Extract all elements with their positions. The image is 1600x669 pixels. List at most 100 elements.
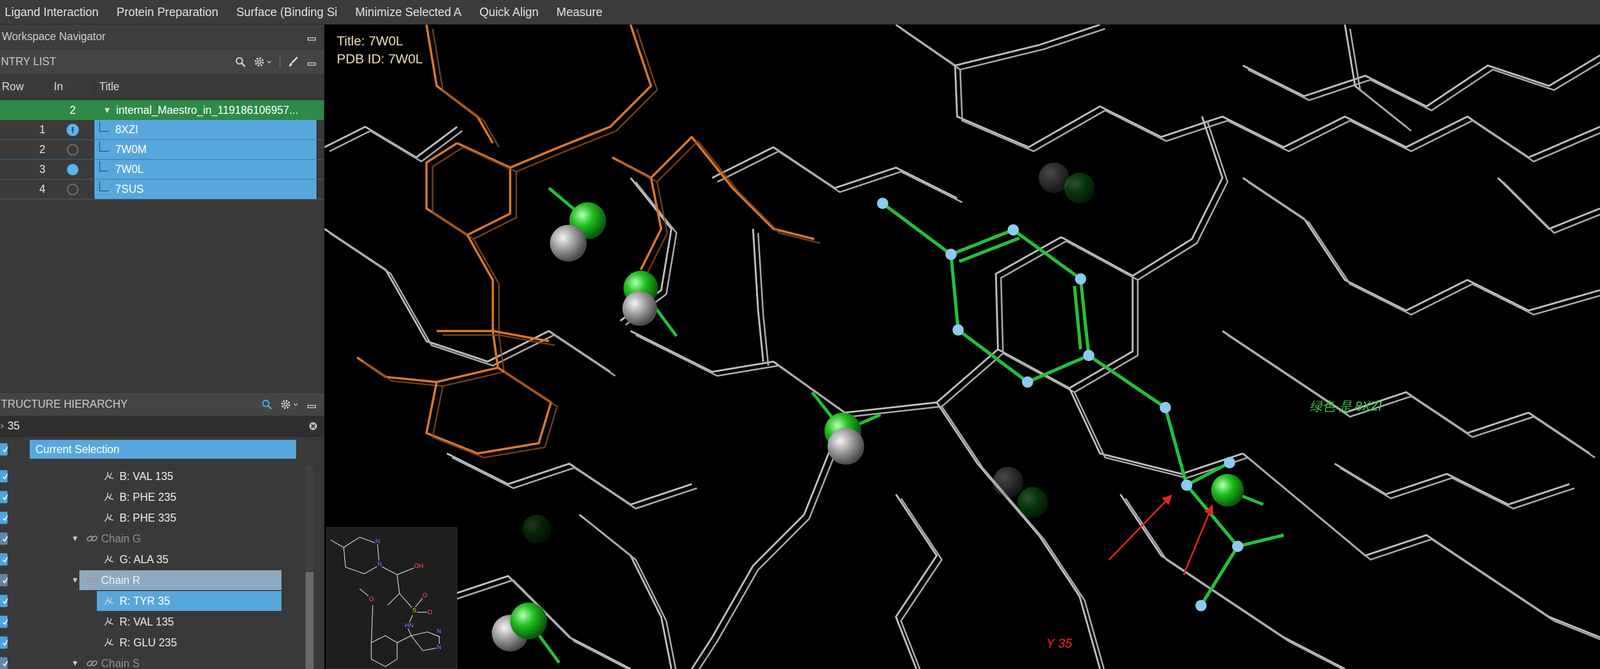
entry-title: 7W0L — [115, 161, 144, 178]
column-header-cell[interactable]: Row — [0, 74, 52, 99]
caret-icon[interactable] — [291, 400, 300, 409]
visibility-checkbox[interactable] — [0, 469, 8, 483]
column-header-cell[interactable]: In — [51, 74, 95, 99]
scrollbar-thumb[interactable] — [305, 571, 314, 669]
molecule-render[interactable] — [324, 24, 1600, 669]
atom-label: N — [436, 627, 442, 634]
visibility-checkbox[interactable] — [0, 573, 8, 587]
menu-item[interactable]: Protein Preparation — [116, 3, 219, 22]
search-value-wrap: 35 — [0, 417, 20, 435]
residue-item[interactable]: R: TYR 35 — [96, 590, 282, 611]
chain-item[interactable]: Chain G — [79, 528, 282, 549]
search-icon[interactable] — [260, 398, 273, 411]
workspace-excluded-icon[interactable] — [67, 144, 79, 156]
scrollbar[interactable] — [305, 465, 314, 669]
entry-row[interactable]: 47SUS — [0, 179, 324, 200]
residue-row[interactable]: R: GLU 235 — [0, 631, 306, 653]
gear-icon[interactable] — [253, 55, 266, 69]
minimize-icon[interactable] — [306, 56, 318, 68]
search-value[interactable]: 35 — [7, 417, 20, 435]
chain-item[interactable]: Chain S — [79, 653, 282, 669]
visibility-checkbox[interactable] — [0, 532, 8, 545]
current-selection-row[interactable]: Current Selection — [0, 438, 324, 460]
visibility-checkbox[interactable] — [0, 490, 8, 503]
visibility-checkbox[interactable] — [0, 594, 8, 607]
visibility-checkbox[interactable] — [0, 656, 8, 669]
residue-row[interactable]: R: TYR 35 — [0, 590, 306, 612]
tree-connector — [99, 180, 109, 192]
chain-expander[interactable]: ▼ — [71, 574, 80, 586]
scrollbar-track-top — [305, 465, 314, 572]
menu-item[interactable]: Surface (Binding Si — [236, 3, 338, 22]
entry-title: 8XZI — [115, 121, 139, 138]
residue-item[interactable]: B: PHE 335 — [96, 507, 282, 528]
2d-structure-inset: NNOHOSOOHNNN — [326, 527, 458, 669]
visibility-checkbox[interactable] — [0, 636, 8, 649]
entry-list-empty-area — [0, 199, 324, 392]
residue-item[interactable]: B: PHE 235 — [96, 486, 282, 507]
column-label: Row — [1, 78, 24, 95]
minimize-icon[interactable] — [306, 31, 318, 43]
tree-connector — [99, 121, 109, 132]
column-label: In — [53, 78, 63, 95]
gear-icon[interactable] — [279, 398, 292, 411]
menu-item[interactable]: Ligand Interaction — [4, 3, 99, 22]
group-row[interactable]: 2▼internal_Maestro_in_119186106957... — [0, 100, 324, 120]
visibility-checkbox[interactable] — [0, 511, 8, 524]
menu-item[interactable]: Minimize Selected A — [355, 3, 462, 22]
entry-title-cell: 7SUS — [94, 179, 317, 199]
clear-icon[interactable] — [307, 420, 319, 432]
menu-item[interactable]: Quick Align — [479, 3, 539, 22]
entry-row[interactable]: 27W0M — [0, 139, 324, 160]
brush-icon[interactable] — [287, 55, 300, 69]
workspace-included-icon[interactable] — [67, 163, 79, 176]
residue-item[interactable]: G: ALA 35 — [96, 549, 282, 570]
workspace-fixed-icon[interactable] — [66, 123, 79, 137]
residue-row[interactable]: R: VAL 135 — [0, 611, 306, 632]
navigator-header: Workspace Navigator — [0, 24, 324, 50]
residue-row[interactable]: B: PHE 335 — [0, 507, 306, 528]
visibility-checkbox[interactable] — [0, 442, 8, 456]
hierarchy-search-field[interactable]: 35 — [0, 415, 324, 437]
atom-label: N — [376, 560, 383, 567]
entry-list-title: NTRY LIST — [0, 53, 57, 70]
3d-viewer[interactable]: Title: 7W0LPDB ID: 7W0L绿色 是 8XZIY 35NNOH… — [324, 24, 1600, 669]
residue-label: B: VAL 135 — [119, 468, 174, 485]
residue-item[interactable]: R: VAL 135 — [96, 611, 282, 632]
chain-expander[interactable]: ▼ — [71, 532, 80, 545]
entry-row[interactable]: 37W0L — [0, 159, 324, 180]
workspace-excluded-icon[interactable] — [67, 183, 79, 196]
caret-icon[interactable] — [265, 58, 273, 66]
minimize-icon[interactable] — [306, 398, 318, 410]
menu-item[interactable]: Measure — [556, 3, 603, 22]
column-header: Row In Title — [0, 74, 324, 100]
column-header-cell[interactable]: Title — [94, 74, 324, 99]
group-row-cell — [0, 100, 52, 120]
tree-connector — [99, 141, 109, 152]
group-expander[interactable]: ▼ — [102, 103, 112, 117]
residue-item[interactable]: R: GLU 235 — [96, 632, 282, 653]
settings-menu[interactable] — [253, 55, 273, 69]
chain-item[interactable]: Chain R — [79, 570, 282, 590]
chain-row[interactable]: ▼Chain G — [0, 527, 306, 549]
chain-expander[interactable]: ▼ — [71, 657, 80, 669]
visibility-checkbox[interactable] — [0, 615, 8, 628]
residue-row[interactable]: B: PHE 235 — [0, 486, 306, 508]
visibility-checkbox[interactable] — [0, 553, 8, 566]
entry-row-number: 2 — [39, 141, 46, 158]
atom-label: O — [368, 595, 375, 602]
atom-label: S — [411, 606, 418, 613]
current-selection[interactable]: Current Selection — [29, 439, 297, 459]
chain-row[interactable]: ▼ Chain S — [0, 652, 306, 669]
settings-menu[interactable] — [279, 398, 300, 411]
residue-row[interactable]: B: VAL 135 — [0, 465, 306, 487]
annotation-label: Y 35 — [1046, 633, 1073, 654]
search-icon[interactable] — [234, 55, 247, 69]
residue-label: G: ALA 35 — [119, 551, 169, 568]
chain-label: Chain S — [101, 655, 140, 669]
chain-row[interactable]: ▼Chain R — [0, 569, 306, 591]
residue-icon — [103, 470, 115, 482]
entry-row[interactable]: 18XZI — [0, 119, 324, 140]
residue-item[interactable]: B: VAL 135 — [96, 466, 282, 486]
residue-row[interactable]: G: ALA 35 — [0, 548, 306, 570]
